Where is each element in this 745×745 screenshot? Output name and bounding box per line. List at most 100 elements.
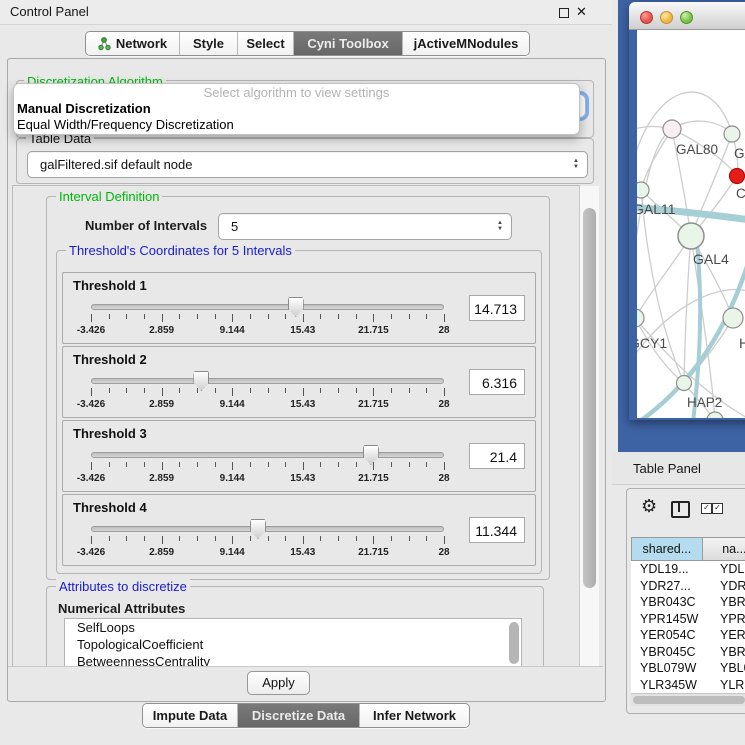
network-edge[interactable] — [684, 236, 691, 383]
scale-label: 9.144 — [220, 399, 245, 410]
cell-shared-name[interactable]: YBR043C — [631, 594, 709, 611]
tab-infer-network[interactable]: Infer Network — [360, 704, 469, 727]
number-of-intervals-spinner[interactable]: 5 ▲▼ — [218, 213, 512, 240]
threshold-1-label: Threshold 1 — [73, 278, 147, 293]
threshold-2-value-field[interactable]: 6.316 — [469, 369, 525, 395]
tab-network-label: Network — [116, 36, 167, 51]
table-row[interactable]: YBR045CYBR0 — [631, 644, 745, 661]
cell-shared-name[interactable]: YDR27... — [631, 578, 709, 595]
network-node[interactable] — [637, 182, 649, 198]
network-edge[interactable] — [637, 236, 691, 318]
cell-name[interactable]: YBR0 — [709, 594, 745, 611]
network-node[interactable] — [663, 120, 681, 138]
network-node[interactable] — [724, 126, 740, 142]
network-node[interactable] — [730, 169, 745, 184]
threshold-1-value-field[interactable]: 14.713 — [469, 295, 525, 321]
network-node[interactable] — [637, 309, 644, 327]
scale-label: -3.426 — [77, 325, 105, 336]
scrollbar-thumb[interactable] — [509, 622, 519, 664]
tab-impute-data[interactable]: Impute Data — [143, 704, 238, 727]
column-header-shared-name[interactable]: shared... — [631, 537, 703, 561]
table-data-combobox[interactable]: galFiltered.sif default node ▲▼ — [27, 151, 588, 178]
close-icon[interactable]: ✕ — [576, 4, 587, 20]
threshold-2-slider-track[interactable] — [91, 378, 444, 384]
cell-name[interactable]: YLR3 — [709, 677, 745, 694]
tab-cyni-toolbox[interactable]: Cyni Toolbox — [294, 32, 403, 55]
table-row[interactable]: YDR27...YDR2 — [631, 578, 745, 595]
cell-shared-name[interactable]: YER054C — [631, 627, 709, 644]
tick-mark — [268, 536, 269, 541]
scale-label: 2.859 — [149, 473, 174, 484]
cell-name[interactable]: YBR0 — [709, 644, 745, 661]
close-traffic-light-icon[interactable] — [640, 11, 653, 24]
cell-name[interactable]: YDR2 — [709, 578, 745, 595]
dropdown-option-manual-discretization[interactable]: Manual Discretization — [14, 101, 579, 117]
settings-vertical-scrollbar[interactable] — [579, 186, 599, 666]
table-row[interactable]: YBL079WYBL0 — [631, 660, 745, 677]
threshold-2-slider-thumb[interactable] — [193, 371, 209, 391]
column-header-name[interactable]: na... — [703, 537, 745, 561]
tick-mark — [303, 388, 304, 396]
select-checkbox-icon[interactable]: ✓ — [712, 503, 723, 514]
threshold-4-slider-thumb[interactable] — [250, 519, 266, 539]
table-horizontal-scrollbar[interactable] — [631, 693, 745, 706]
tab-style[interactable]: Style — [180, 32, 238, 55]
tab-network[interactable]: Network — [86, 32, 180, 55]
attribute-list-item[interactable]: SelfLoops — [65, 619, 521, 636]
threshold-3-value-field[interactable]: 21.4 — [469, 443, 525, 469]
network-edge[interactable] — [641, 129, 672, 190]
cell-shared-name[interactable]: YPR145W — [631, 611, 709, 628]
attribute-list-item[interactable]: TopologicalCoefficient — [65, 636, 521, 653]
cell-name[interactable]: YER0 — [709, 627, 745, 644]
control-panel-titlebar: Control Panel ✕ — [0, 0, 612, 25]
zoom-traffic-light-icon[interactable] — [680, 11, 693, 24]
float-window-icon[interactable] — [559, 8, 569, 18]
tick-mark — [126, 462, 127, 467]
cell-name[interactable]: YDL1 — [709, 561, 745, 578]
dropdown-option-equal-width-frequency[interactable]: Equal Width/Frequency Discretization — [14, 117, 579, 133]
cell-shared-name[interactable]: YLR345W — [631, 677, 709, 694]
cell-name[interactable]: YPR1 — [709, 611, 745, 628]
tick-mark — [215, 462, 216, 467]
tick-mark — [409, 388, 410, 393]
table-row[interactable]: YER054CYER0 — [631, 627, 745, 644]
threshold-4-value-field[interactable]: 11.344 — [469, 517, 525, 543]
cell-shared-name[interactable]: YBR045C — [631, 644, 709, 661]
table-row[interactable]: YPR145WYPR1 — [631, 611, 745, 628]
cell-shared-name[interactable]: YBL079W — [631, 660, 709, 677]
table-row[interactable]: YBR043CYBR0 — [631, 594, 745, 611]
minimize-traffic-light-icon[interactable] — [660, 11, 673, 24]
threshold-3-slider-thumb[interactable] — [363, 445, 379, 465]
numerical-attributes-label: Numerical Attributes — [58, 601, 185, 616]
scrollbar-thumb[interactable] — [633, 696, 745, 704]
network-window-titlebar[interactable] — [629, 2, 745, 30]
tab-select[interactable]: Select — [238, 32, 294, 55]
table-body: YDL19...YDL1YDR27...YDR2YBR043CYBR0YPR14… — [631, 561, 745, 695]
network-canvas[interactable]: GAL80GACGAL11GAL4GCY1HHAP2 — [637, 30, 745, 418]
node-attribute-table[interactable]: shared... na... YDL19...YDL1YDR27...YDR2… — [631, 537, 745, 695]
threshold-1-slider-track[interactable] — [91, 304, 444, 310]
select-all-checkbox-icon[interactable]: ✓ — [701, 503, 712, 514]
table-row[interactable]: YLR345WYLR3 — [631, 677, 745, 694]
gear-icon[interactable]: ⚙ — [641, 496, 657, 517]
show-columns-icon[interactable] — [671, 501, 690, 518]
threshold-3-slider-track[interactable] — [91, 452, 444, 458]
network-node[interactable] — [723, 308, 743, 328]
network-edge[interactable] — [641, 190, 684, 383]
scale-label: 28 — [438, 325, 449, 336]
tab-jactivemnodules[interactable]: jActiveMNodules — [403, 32, 529, 55]
network-node-label: GA — [734, 146, 745, 161]
apply-button[interactable]: Apply — [247, 671, 310, 695]
tab-discretize-data[interactable]: Discretize Data — [238, 704, 360, 727]
scrollbar-thumb[interactable] — [583, 208, 596, 588]
threshold-4-slider-track[interactable] — [91, 526, 444, 532]
cell-shared-name[interactable]: YDL19... — [631, 561, 709, 578]
cell-name[interactable]: YBL0 — [709, 660, 745, 677]
attributes-group-title: Attributes to discretize — [56, 579, 190, 594]
tick-mark — [391, 462, 392, 467]
network-node[interactable] — [678, 223, 704, 249]
threshold-1-slider-thumb[interactable] — [288, 297, 304, 317]
network-node[interactable] — [677, 376, 692, 391]
table-row[interactable]: YDL19...YDL1 — [631, 561, 745, 578]
network-node-label: GAL11 — [637, 201, 676, 217]
